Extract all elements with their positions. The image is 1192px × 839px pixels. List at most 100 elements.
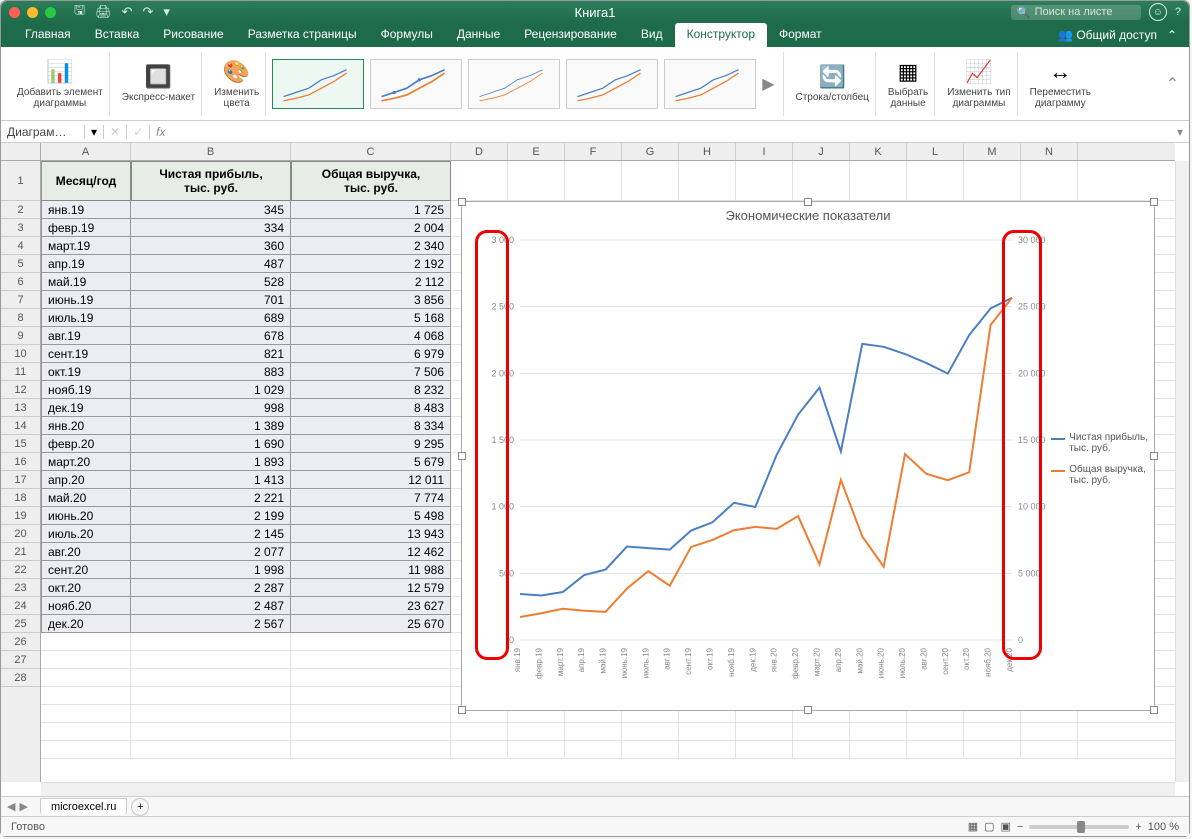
row-header[interactable]: 3 (1, 219, 40, 237)
table-cell[interactable]: окт.19 (41, 363, 131, 381)
table-cell[interactable]: 821 (131, 345, 291, 363)
table-cell[interactable]: март.19 (41, 237, 131, 255)
row-header[interactable]: 8 (1, 309, 40, 327)
row-header[interactable]: 18 (1, 489, 40, 507)
table-cell[interactable]: 334 (131, 219, 291, 237)
table-cell[interactable]: 2 287 (131, 579, 291, 597)
select-data-button[interactable]: ▦ Выбрать данные (882, 52, 935, 116)
row-header[interactable]: 10 (1, 345, 40, 363)
column-header[interactable]: D (451, 143, 508, 160)
table-cell[interactable]: 5 679 (291, 453, 451, 471)
table-cell[interactable]: сент.20 (41, 561, 131, 579)
table-cell[interactable]: 2 567 (131, 615, 291, 633)
row-header[interactable]: 28 (1, 669, 40, 687)
row-header[interactable]: 4 (1, 237, 40, 255)
vertical-scrollbar[interactable] (1175, 161, 1189, 782)
share-button[interactable]: 👥 Общий доступ (1058, 28, 1157, 42)
column-header[interactable]: L (907, 143, 964, 160)
table-cell[interactable]: июнь.20 (41, 507, 131, 525)
user-account-icon[interactable]: ☺ (1149, 3, 1167, 21)
sheet-nav-next[interactable]: ▶ (19, 800, 27, 813)
table-cell[interactable]: февр.20 (41, 435, 131, 453)
table-cell[interactable]: 13 943 (291, 525, 451, 543)
chart-legend[interactable]: Чистая прибыль, тыс. руб. Общая выручка,… (1051, 432, 1148, 496)
table-cell[interactable]: 4 068 (291, 327, 451, 345)
table-cell[interactable]: 689 (131, 309, 291, 327)
table-cell[interactable]: окт.20 (41, 579, 131, 597)
zoom-level[interactable]: 100 % (1148, 821, 1179, 833)
table-cell[interactable]: 1 690 (131, 435, 291, 453)
switch-row-column-button[interactable]: 🔄 Строка/столбец (790, 52, 876, 116)
row-header[interactable]: 17 (1, 471, 40, 489)
table-cell[interactable]: 883 (131, 363, 291, 381)
table-cell[interactable]: 12 579 (291, 579, 451, 597)
formula-input[interactable] (172, 125, 1171, 139)
table-cell[interactable]: 487 (131, 255, 291, 273)
zoom-in-button[interactable]: + (1135, 821, 1141, 833)
table-cell[interactable]: 2 077 (131, 543, 291, 561)
help-icon[interactable]: ? (1175, 6, 1181, 18)
table-cell[interactable]: янв.20 (41, 417, 131, 435)
table-cell[interactable]: 2 199 (131, 507, 291, 525)
table-cell[interactable]: апр.19 (41, 255, 131, 273)
column-header[interactable]: K (850, 143, 907, 160)
table-cell[interactable]: 1 725 (291, 201, 451, 219)
row-header[interactable]: 15 (1, 435, 40, 453)
collapse-ribbon-icon[interactable]: ⌃ (1167, 28, 1177, 42)
sheet-tab-active[interactable]: microexcel.ru (40, 798, 127, 815)
ribbon-collapse-icon[interactable]: ⌃ (1166, 74, 1179, 94)
formula-expand-icon[interactable]: ▾ (1171, 125, 1189, 139)
add-chart-element-button[interactable]: 📊 Добавить элемент диаграммы (11, 52, 110, 116)
column-header[interactable]: J (793, 143, 850, 160)
change-chart-type-button[interactable]: 📈 Изменить тип диаграммы (941, 52, 1017, 116)
row-header[interactable]: 6 (1, 273, 40, 291)
column-header[interactable]: B (131, 143, 291, 160)
row-header[interactable]: 26 (1, 633, 40, 651)
fx-label[interactable]: fx (150, 125, 171, 139)
table-cell[interactable]: дек.20 (41, 615, 131, 633)
table-cell[interactable]: 5 498 (291, 507, 451, 525)
cell-grid[interactable]: Месяц/годЧистая прибыль, тыс. руб.Общая … (41, 161, 1175, 782)
table-cell[interactable]: 998 (131, 399, 291, 417)
view-page-icon[interactable]: ▢ (984, 820, 994, 833)
table-cell[interactable]: 2 487 (131, 597, 291, 615)
column-header[interactable]: E (508, 143, 565, 160)
window-minimize[interactable] (27, 7, 38, 18)
table-cell[interactable]: 8 232 (291, 381, 451, 399)
row-header[interactable]: 23 (1, 579, 40, 597)
quick-layout-button[interactable]: 🔲 Экспресс-макет (116, 52, 202, 116)
row-header[interactable]: 27 (1, 651, 40, 669)
table-cell[interactable]: 12 462 (291, 543, 451, 561)
table-cell[interactable]: 3 856 (291, 291, 451, 309)
chart-style-1[interactable] (272, 59, 364, 109)
column-header[interactable]: N (1021, 143, 1078, 160)
name-box-dropdown[interactable]: ▾ (85, 125, 104, 139)
table-cell[interactable]: 2 340 (291, 237, 451, 255)
table-cell[interactable]: 7 774 (291, 489, 451, 507)
table-cell[interactable]: 2 004 (291, 219, 451, 237)
table-cell[interactable]: 1 029 (131, 381, 291, 399)
row-header[interactable]: 7 (1, 291, 40, 309)
row-header[interactable]: 14 (1, 417, 40, 435)
table-cell[interactable]: 2 145 (131, 525, 291, 543)
table-cell[interactable]: нояб.20 (41, 597, 131, 615)
row-header[interactable]: 19 (1, 507, 40, 525)
worksheet[interactable]: ABCDEFGHIJKLMN 1234567891011121314151617… (1, 143, 1189, 796)
table-cell[interactable]: 23 627 (291, 597, 451, 615)
table-cell[interactable]: 1 893 (131, 453, 291, 471)
tab-view[interactable]: Вид (629, 23, 675, 47)
zoom-slider[interactable] (1029, 825, 1129, 829)
cancel-icon[interactable]: ✕ (104, 125, 127, 139)
table-cell[interactable]: 345 (131, 201, 291, 219)
row-header[interactable]: 20 (1, 525, 40, 543)
table-cell[interactable]: 8 334 (291, 417, 451, 435)
table-cell[interactable]: 25 670 (291, 615, 451, 633)
horizontal-scrollbar[interactable] (41, 782, 1175, 796)
tab-format[interactable]: Формат (767, 23, 834, 47)
table-cell[interactable]: 2 112 (291, 273, 451, 291)
chart-style-4[interactable] (566, 59, 658, 109)
row-header[interactable]: 24 (1, 597, 40, 615)
chart-object[interactable]: Экономические показатели 005005 0001 000… (461, 201, 1155, 711)
table-cell[interactable]: 11 988 (291, 561, 451, 579)
gallery-scroll-icon[interactable]: ▶ (762, 74, 774, 94)
